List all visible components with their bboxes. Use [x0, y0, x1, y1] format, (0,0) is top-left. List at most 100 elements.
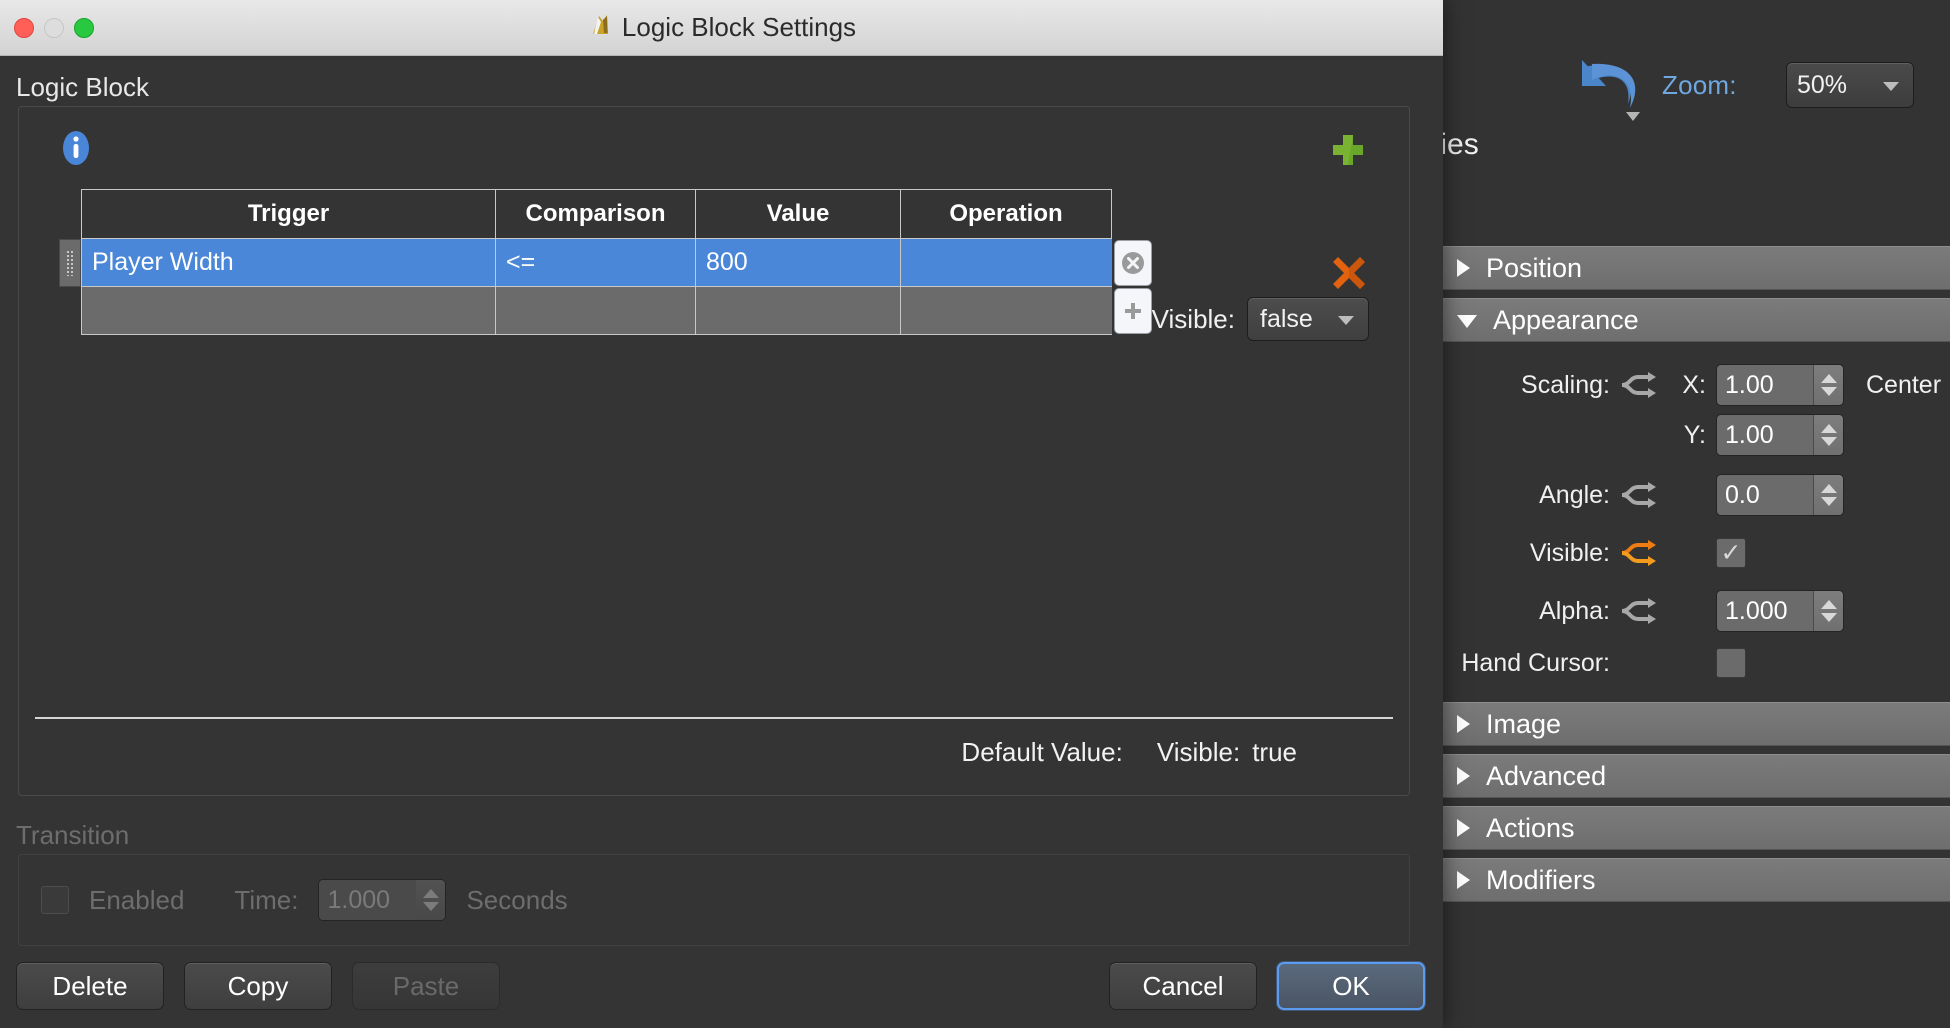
minimize-button[interactable]: [44, 17, 64, 38]
cell-comparison[interactable]: <=: [495, 239, 695, 287]
close-button[interactable]: [14, 17, 34, 38]
accordion-section-position: Position: [1442, 246, 1950, 290]
column-header-operation[interactable]: Operation: [900, 189, 1112, 239]
grip-dots-icon: [65, 250, 75, 276]
delete-button[interactable]: Delete: [16, 962, 164, 1010]
scaling-label: Scaling:: [1521, 370, 1610, 399]
accordion-header-advanced[interactable]: Advanced: [1442, 754, 1950, 798]
table-row[interactable]: Player Width <= 800: [59, 239, 1152, 287]
stepper-arrows[interactable]: [1813, 475, 1843, 515]
logic-branch-active-icon[interactable]: [1620, 540, 1658, 566]
angle-stepper[interactable]: 0.0: [1716, 474, 1844, 516]
cell-value[interactable]: 800: [695, 239, 900, 287]
add-row-button[interactable]: [1114, 288, 1152, 334]
transition-time-value[interactable]: 1.000: [319, 880, 416, 920]
column-header-value[interactable]: Value: [695, 189, 900, 239]
logic-trigger-table: Trigger Comparison Value Operation Playe…: [59, 189, 1152, 335]
table-header-row: Trigger Comparison Value Operation: [81, 189, 1114, 239]
scaling-y-stepper[interactable]: 1.00: [1716, 414, 1844, 456]
column-header-comparison[interactable]: Comparison: [495, 189, 695, 239]
chevron-down-icon: [1338, 316, 1354, 325]
zoom-select[interactable]: 50%: [1786, 62, 1914, 108]
accordion-header-position[interactable]: Position: [1442, 246, 1950, 290]
cell-trigger[interactable]: Player Width: [81, 239, 495, 287]
copy-button[interactable]: Copy: [184, 962, 332, 1010]
transition-enabled-label: Enabled: [89, 884, 185, 915]
ok-button[interactable]: OK: [1277, 962, 1425, 1010]
row-drag-handle[interactable]: [59, 239, 81, 287]
accordion-label-actions: Actions: [1486, 812, 1575, 843]
zoom-toolbar: Zoom: 50%: [1404, 30, 1950, 121]
alpha-value[interactable]: 1.000: [1717, 591, 1813, 631]
logic-visible-value: false: [1260, 304, 1313, 333]
visible-checkbox[interactable]: ✓: [1716, 538, 1746, 568]
logic-block-label: Logic Block: [16, 72, 149, 102]
accordion-label-advanced: Advanced: [1486, 760, 1607, 791]
cell-trigger[interactable]: [81, 287, 495, 335]
alpha-label: Alpha:: [1539, 596, 1610, 625]
cell-comparison[interactable]: [495, 287, 695, 335]
accordion-label-appearance: Appearance: [1493, 304, 1639, 335]
logic-branch-icon[interactable]: [1620, 598, 1658, 624]
info-icon[interactable]: [57, 129, 95, 167]
hand-cursor-checkbox[interactable]: [1716, 648, 1746, 678]
window-title: Logic Block Settings: [621, 12, 857, 42]
accordion-section-image: Image: [1442, 702, 1950, 746]
angle-label: Angle:: [1539, 480, 1610, 509]
scaling-x-value[interactable]: 1.00: [1717, 365, 1813, 405]
visible-label: Visible:: [1529, 538, 1610, 567]
angle-value[interactable]: 0.0: [1717, 475, 1813, 515]
accordion-header-modifiers[interactable]: Modifiers: [1442, 858, 1950, 902]
accordion-section-appearance: Appearance Scaling: X: 1.00 Center Y: 1.…: [1442, 298, 1950, 694]
cell-operation[interactable]: [900, 239, 1112, 287]
stepper-arrows[interactable]: [1813, 365, 1843, 405]
stepper-arrows[interactable]: [1813, 415, 1843, 455]
accordion-section-actions: Actions: [1442, 806, 1950, 850]
alpha-row: Alpha: 1.000: [1442, 586, 1950, 636]
alpha-stepper[interactable]: 1.000: [1716, 590, 1844, 632]
scaling-x-stepper[interactable]: 1.00: [1716, 364, 1844, 406]
transition-time-label: Time:: [234, 884, 299, 915]
hand-cursor-row: Hand Cursor:: [1442, 638, 1950, 688]
column-header-trigger[interactable]: Trigger: [81, 189, 495, 239]
default-value-property: Visible:: [1156, 737, 1241, 767]
delete-logic-row-icon[interactable]: [1325, 249, 1373, 297]
scaling-y-value[interactable]: 1.00: [1717, 415, 1813, 455]
app-icon: [587, 12, 613, 43]
stepper-arrows[interactable]: [1813, 591, 1843, 631]
logic-branch-icon[interactable]: [1620, 482, 1658, 508]
cell-value[interactable]: [695, 287, 900, 335]
accordion-header-image[interactable]: Image: [1442, 702, 1950, 746]
spacer-icon: [1620, 422, 1658, 448]
logic-visible-control: Visible: false: [1152, 297, 1369, 341]
chevron-right-icon: [1457, 871, 1470, 889]
chevron-right-icon: [1457, 715, 1470, 733]
undo-arrow-icon[interactable]: [1562, 52, 1648, 124]
zoom-button[interactable]: [74, 17, 94, 38]
accordion-label-image: Image: [1486, 708, 1562, 739]
properties-accordion: Position Appearance Scaling: X: 1.00 Cen…: [1442, 246, 1950, 910]
properties-panel: Zoom: 50% Properties Position Appearance…: [1342, 0, 1950, 1028]
accordion-header-actions[interactable]: Actions: [1442, 806, 1950, 850]
transition-time-stepper[interactable]: 1.000: [318, 879, 447, 921]
table-row[interactable]: [81, 287, 1152, 335]
stepper-arrows[interactable]: [415, 880, 446, 920]
logic-visible-label: Visible:: [1151, 303, 1235, 334]
hand-cursor-label: Hand Cursor:: [1461, 648, 1610, 677]
accordion-section-advanced: Advanced: [1442, 754, 1950, 798]
remove-row-button[interactable]: [1114, 240, 1152, 286]
dialog-right-buttons: Cancel OK: [1109, 962, 1425, 1010]
cancel-button[interactable]: Cancel: [1109, 962, 1257, 1010]
add-logic-row-icon[interactable]: [1327, 129, 1369, 171]
logic-visible-select[interactable]: false: [1247, 297, 1369, 341]
accordion-header-appearance[interactable]: Appearance: [1442, 298, 1950, 342]
angle-row: Angle: 0.0: [1442, 470, 1950, 520]
transition-section-title: Transition: [16, 820, 130, 850]
logic-branch-icon[interactable]: [1620, 372, 1658, 398]
window-titlebar[interactable]: Logic Block Settings: [0, 0, 1443, 56]
spacer-icon: [1620, 650, 1658, 676]
transition-enabled-checkbox[interactable]: [41, 886, 69, 914]
accordion-label-position: Position: [1486, 252, 1583, 283]
cell-operation[interactable]: [900, 287, 1112, 335]
zoom-value: 50%: [1797, 70, 1848, 99]
